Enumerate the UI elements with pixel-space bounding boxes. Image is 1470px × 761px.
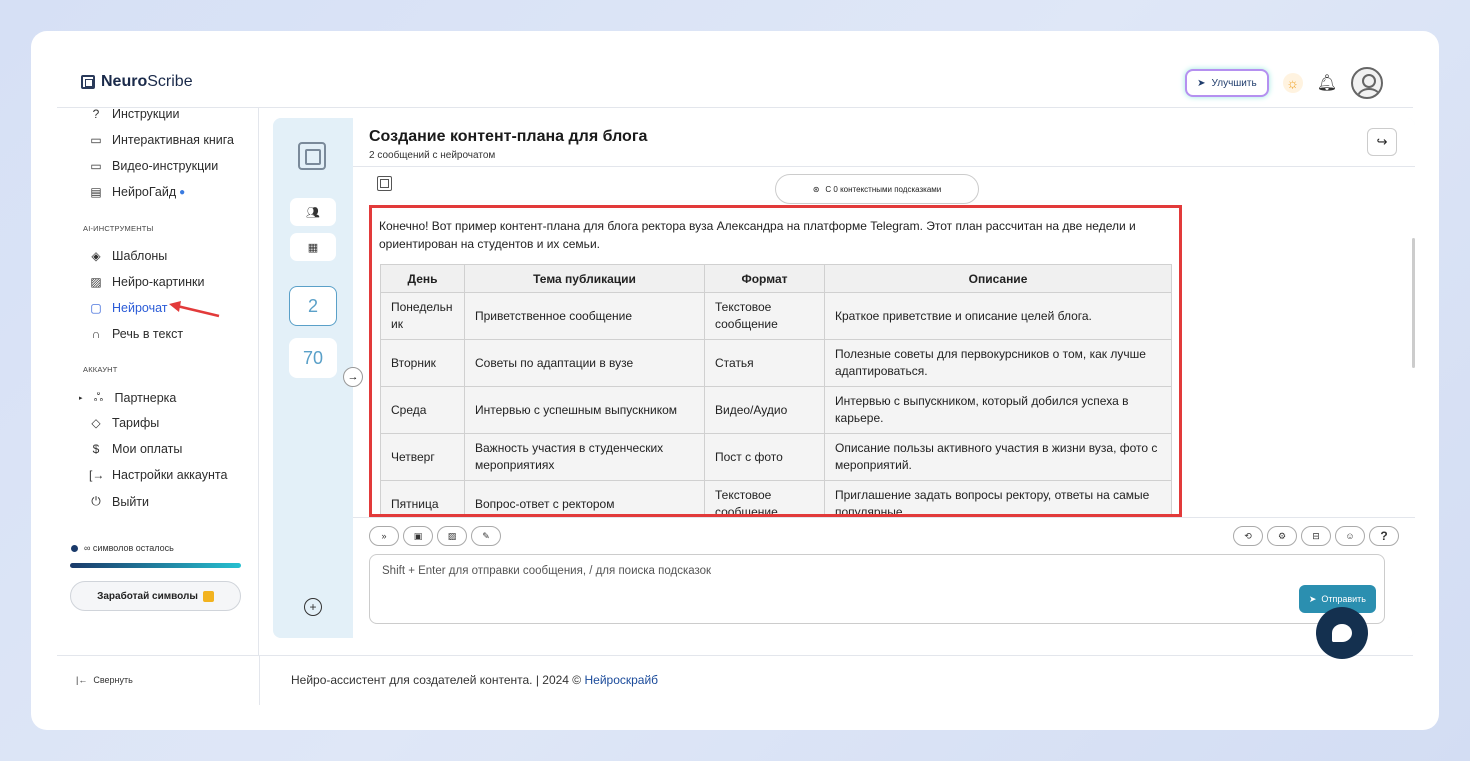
support-chat-button[interactable] — [1316, 607, 1368, 659]
section-title-account: АККАУНТ — [83, 365, 118, 374]
power-icon: ⏻ — [91, 494, 101, 508]
logo-icon — [81, 75, 95, 89]
help-icon[interactable]: ? — [1369, 526, 1399, 546]
footer-link[interactable]: Нейроскрайб — [584, 673, 658, 687]
message-intro: Конечно! Вот пример контент-плана для бл… — [379, 219, 1136, 251]
table-row: Четверг Важность участия в студенческих … — [380, 433, 1172, 481]
section-title-ai: AI-ИНСТРУМЕНТЫ — [83, 224, 154, 233]
sidebar-item-settings[interactable]: [→ Настройки аккаунта — [89, 468, 227, 482]
expand-arrow-icon: ▸ — [79, 395, 83, 402]
collapse-button[interactable]: |← Свернуть — [76, 675, 133, 685]
avatar[interactable] — [1351, 67, 1383, 99]
input-tools-right: ⟲ ⚙ ⊟ ☺ ? — [1233, 526, 1399, 546]
guide-icon: ▤ — [90, 185, 102, 199]
symbols-progress-bar — [70, 563, 241, 568]
earn-symbols-button[interactable]: Заработай символы — [70, 581, 241, 611]
chat-panel: 👥︎ ▦ 2 70 + → Создание контент-плана для… — [273, 118, 1415, 638]
collapse-icon: |← — [76, 675, 88, 685]
rocket-icon: ➤ — [1197, 77, 1206, 89]
headphones-icon: ∩ — [91, 327, 101, 341]
content-plan-table: День Тема публикации Формат Описание Пон… — [380, 264, 1172, 514]
layers-icon: ◈ — [91, 249, 101, 263]
layout-icon[interactable]: ⊟ — [1301, 526, 1331, 546]
send-icon: ➤ — [1308, 593, 1317, 604]
table-header: Тема публикации — [464, 264, 705, 293]
sidebar-item-speech[interactable]: ∩ Речь в текст — [89, 327, 183, 341]
table-row: Вторник Советы по адаптации в вузе Стать… — [380, 339, 1172, 387]
table-row: Понедельник Приветственное сообщение Тек… — [380, 292, 1172, 340]
magic-wand-icon[interactable]: ✎ — [471, 526, 501, 546]
theme-toggle-sun-icon[interactable]: ☼ — [1282, 73, 1303, 93]
image-upload-icon[interactable]: ▨ — [437, 526, 467, 546]
chat-subtitle: 2 сообщений с нейрочатом — [369, 150, 496, 161]
share-button[interactable]: ↪ — [1367, 128, 1397, 156]
chevrons-down-icon[interactable]: » — [369, 526, 399, 546]
robot-icon[interactable]: ☺ — [1335, 526, 1365, 546]
table-row: Среда Интервью с успешным выпускником Ви… — [380, 386, 1172, 434]
arrow-right-icon[interactable]: → — [343, 367, 363, 387]
table-header: Формат — [704, 264, 825, 293]
dollar-icon: $ — [92, 442, 100, 456]
assistant-avatar-icon — [377, 176, 392, 191]
top-bar: NeuroScribe ➤ Улучшить ☼ 🔔︎ — [31, 31, 1439, 107]
message-input[interactable] — [382, 565, 1082, 577]
app-window: NeuroScribe ➤ Улучшить ☼ 🔔︎ ? Инструкции … — [31, 31, 1439, 730]
message-input-box: ➤ Отправить — [369, 554, 1385, 624]
settings-icon[interactable]: ⚙ — [1267, 526, 1297, 546]
chat-count-selected[interactable]: 2 — [289, 286, 337, 326]
video-icon: ▭ — [90, 159, 102, 173]
save-icon[interactable]: ▣ — [403, 526, 433, 546]
plugin-icon[interactable]: ⟲ — [1233, 526, 1263, 546]
chat-title: Создание контент-плана для блога — [369, 128, 648, 145]
sign-in-icon: [→ — [89, 468, 105, 482]
context-icon: ⊛ — [812, 184, 820, 194]
sidebar-item-logout[interactable]: ⏻ Выйти — [89, 494, 149, 509]
gift-icon — [202, 590, 214, 602]
context-hints-pill[interactable]: ⊛ С 0 контекстными подсказками — [775, 174, 979, 204]
chat-count-other[interactable]: 70 — [289, 338, 337, 378]
chat-icon: ▢ — [90, 301, 102, 315]
sidebar-item-payments[interactable]: $ Мои оплаты — [89, 442, 183, 456]
table-row: Пятница Вопрос-ответ с ректором Текстово… — [380, 480, 1172, 514]
red-arrow-annotation — [169, 301, 220, 318]
sidebar: ? Инструкции ▭ Интерактивная книга ▭ Видео-… — [57, 107, 259, 655]
upgrade-button[interactable]: ➤ Улучшить — [1185, 69, 1269, 97]
sidebar-item-instructions[interactable]: ? Инструкции — [89, 107, 180, 121]
footer: Нейро-ассистент для создателей контента.… — [291, 673, 659, 687]
book-icon: ▭ — [90, 133, 102, 147]
table-header: Описание — [824, 264, 1172, 293]
add-chat-icon[interactable]: + — [304, 598, 322, 616]
sidebar-item-book[interactable]: ▭ Интерактивная книга — [89, 133, 234, 147]
input-tools-left: » ▣ ▨ ✎ — [369, 526, 501, 546]
new-dot-icon: ● — [179, 186, 186, 198]
sidebar-item-images[interactable]: ▨ Нейро-картинки — [89, 275, 204, 289]
symbols-counter: ∞ символов осталось — [71, 543, 174, 553]
table-header: День — [380, 264, 465, 293]
chat-rail: 👥︎ ▦ 2 70 + — [273, 118, 353, 638]
sidebar-item-neurochat[interactable]: ▢ Нейрочат — [89, 301, 167, 315]
sidebar-item-templates[interactable]: ◈ Шаблоны — [89, 249, 167, 263]
chat-content: Создание контент-плана для блога 2 сообщ… — [353, 118, 1415, 638]
sidebar-item-partners[interactable]: ▸ ஃ Партнерка — [79, 390, 176, 406]
users-icon: ஃ — [93, 390, 104, 404]
sidebar-item-neuroguide[interactable]: ▤ НейроГайд ● — [89, 185, 185, 199]
bell-icon[interactable]: 🔔︎ — [1317, 73, 1337, 93]
brand-icon — [298, 142, 326, 170]
sidebar-item-video[interactable]: ▭ Видео-инструкции — [89, 159, 218, 173]
share-icon: ↪ — [1376, 134, 1388, 149]
users-icon[interactable]: 👥︎ — [290, 198, 336, 226]
sidebar-item-tariffs[interactable]: ◇ Тарифы — [89, 416, 159, 430]
help-circle-icon: ? — [92, 107, 100, 121]
tag-icon: ◇ — [91, 416, 101, 430]
logo[interactable]: NeuroScribe — [81, 73, 193, 91]
grid-icon[interactable]: ▦ — [290, 233, 336, 261]
assistant-message: Конечно! Вот пример контент-плана для бл… — [369, 205, 1182, 517]
chat-scrollbar[interactable] — [1412, 238, 1415, 368]
image-icon: ▨ — [90, 275, 102, 289]
